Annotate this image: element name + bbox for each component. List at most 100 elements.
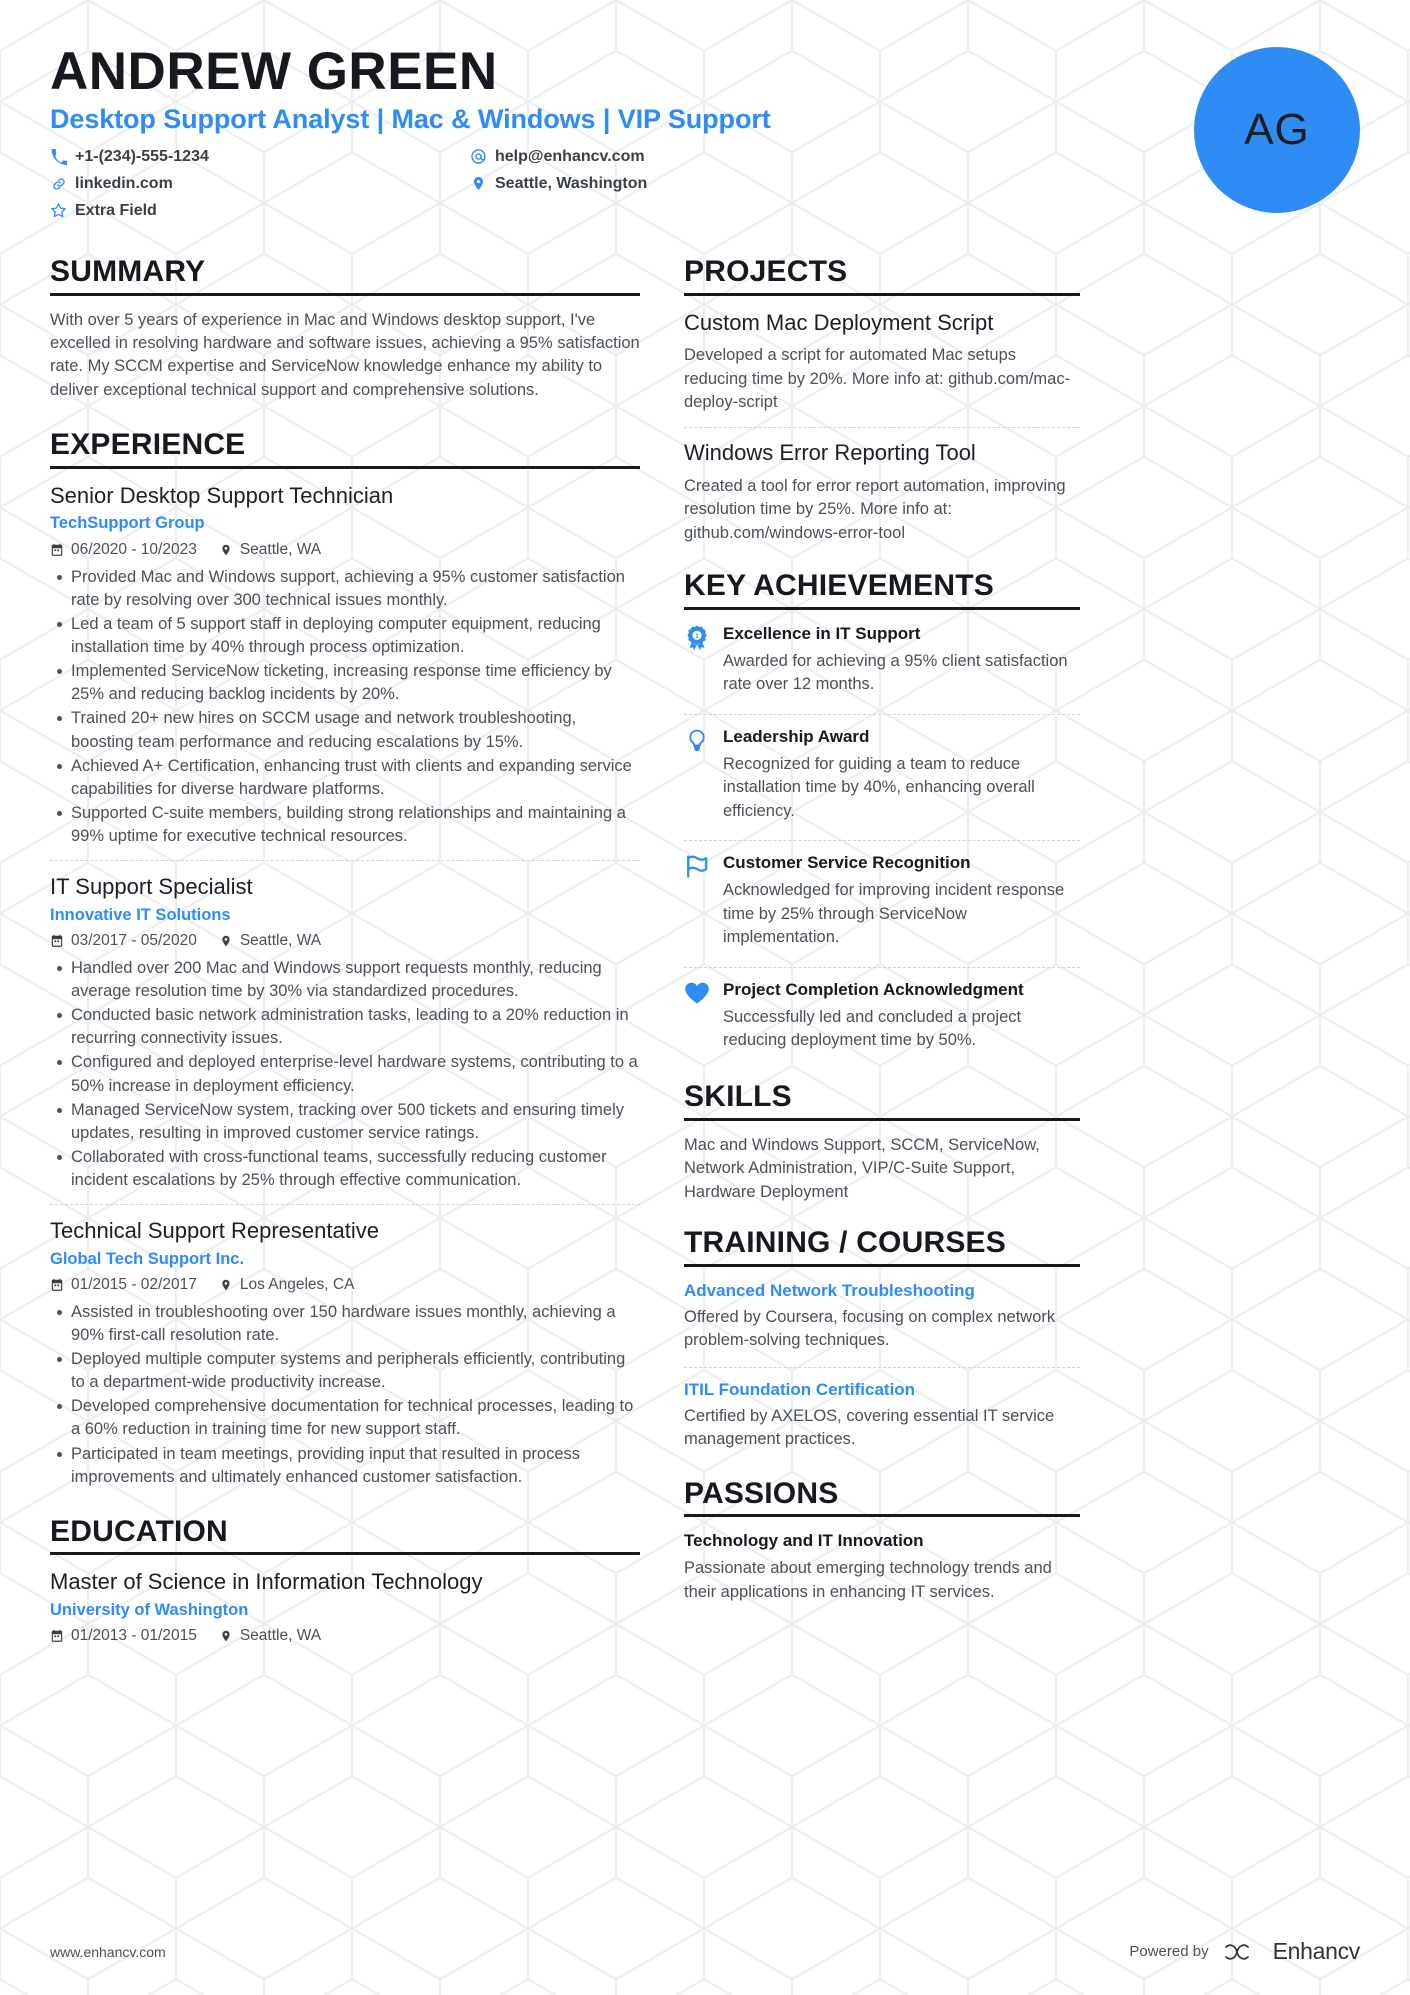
award-ribbon-icon: 1	[684, 625, 710, 651]
school-name[interactable]: University of Washington	[50, 1600, 640, 1621]
contact-email-value: help@enhancv.com	[495, 147, 645, 165]
bullet-item: Provided Mac and Windows support, achiev…	[57, 566, 640, 612]
achievement-name: Customer Service Recognition	[723, 853, 971, 873]
section-title-summary: SUMMARY	[50, 255, 640, 296]
section-title-education: EDUCATION	[50, 1515, 640, 1556]
company-name[interactable]: TechSupport Group	[50, 513, 640, 534]
right-column: PROJECTS Custom Mac Deployment Script De…	[684, 255, 1080, 1614]
job-title: Senior Desktop Support Technician	[50, 482, 394, 508]
calendar-icon	[50, 1278, 64, 1292]
company-name[interactable]: Global Tech Support Inc.	[50, 1249, 640, 1270]
location-pin-icon	[219, 1278, 233, 1292]
achievement-entry: Customer Service Recognition Acknowledge…	[684, 840, 1080, 955]
job-bullets: Handled over 200 Mac and Windows support…	[50, 957, 640, 1192]
section-projects: PROJECTS Custom Mac Deployment Script De…	[684, 255, 1080, 547]
page-title: ANDREW GREEN	[50, 42, 498, 101]
powered-by-label: Powered by	[1129, 1943, 1209, 1960]
achievement-name: Excellence in IT Support	[723, 623, 921, 643]
page-footer: www.enhancv.com Powered by Enhancv	[50, 1938, 1360, 1965]
bullet-item: Deployed multiple computer systems and p…	[57, 1348, 640, 1394]
course-description: Offered by Coursera, focusing on complex…	[684, 1308, 1056, 1350]
contact-phone-value: +1-(234)-555-1234	[75, 147, 209, 165]
bullet-item: Configured and deployed enterprise-level…	[57, 1051, 640, 1097]
section-title-projects: PROJECTS	[684, 255, 1080, 296]
phone-icon	[50, 148, 67, 165]
course-entry: Advanced Network Troubleshooting Offered…	[684, 1280, 1080, 1356]
education-location-value: Seattle, WA	[239, 1627, 322, 1645]
job-title: IT Support Specialist	[50, 874, 253, 899]
section-training-courses: TRAINING / COURSES Advanced Network Trou…	[684, 1226, 1080, 1454]
achievement-description: Awarded for achieving a 95% client satis…	[723, 651, 1068, 694]
achievement-name: Project Completion Acknowledgment	[723, 979, 1024, 999]
achievement-description: Recognized for guiding a team to reduce …	[723, 754, 1035, 820]
calendar-icon	[50, 934, 64, 948]
calendar-icon	[50, 543, 64, 557]
course-name[interactable]: ITIL Foundation Certification	[684, 1379, 1080, 1401]
project-entry: Windows Error Reporting Tool Created a t…	[684, 427, 1080, 547]
enhancv-logo: Enhancv	[1222, 1938, 1360, 1965]
section-key-achievements: KEY ACHIEVEMENTS 1 Excellence in IT Supp…	[684, 569, 1080, 1058]
experience-entry: Technical Support Representative Global …	[50, 1203, 640, 1489]
bullet-item: Supported C-suite members, building stro…	[57, 802, 640, 848]
left-column: SUMMARY With over 5 years of experience …	[50, 255, 640, 1655]
job-dates: 03/2017 - 05/2020	[50, 932, 197, 950]
company-name[interactable]: Innovative IT Solutions	[50, 905, 640, 926]
job-meta: 06/2020 - 10/2023 Seattle, WA	[50, 541, 640, 559]
flag-icon	[684, 854, 710, 880]
job-location-value: Seattle, WA	[239, 540, 322, 558]
professional-headline: Desktop Support Analyst | Mac & Windows …	[50, 104, 771, 135]
bullet-item: Trained 20+ new hires on SCCM usage and …	[57, 707, 640, 753]
section-summary: SUMMARY With over 5 years of experience …	[50, 255, 640, 402]
education-dates-value: 01/2013 - 01/2015	[71, 1627, 197, 1645]
bullet-item: Implemented ServiceNow ticketing, increa…	[57, 660, 640, 706]
bullet-item: Led a team of 5 support staff in deployi…	[57, 613, 640, 659]
job-bullets: Provided Mac and Windows support, achiev…	[50, 566, 640, 848]
bullet-item: Handled over 200 Mac and Windows support…	[57, 957, 640, 1003]
job-meta: 03/2017 - 05/2020 Seattle, WA	[50, 932, 640, 950]
project-entry: Custom Mac Deployment Script Developed a…	[684, 309, 1080, 417]
job-dates-value: 03/2017 - 05/2020	[71, 932, 197, 950]
passion-entry: Technology and IT Innovation Passionate …	[684, 1530, 1080, 1604]
bullet-item: Assisted in troubleshooting over 150 har…	[57, 1301, 640, 1347]
location-pin-icon	[219, 543, 233, 557]
achievement-description: Acknowledged for improving incident resp…	[723, 881, 1065, 947]
course-description: Certified by AXELOS, covering essential …	[684, 1406, 1055, 1449]
project-name: Custom Mac Deployment Script	[684, 309, 994, 335]
calendar-icon	[50, 1629, 64, 1643]
passion-description: Passionate about emerging technology tre…	[684, 1559, 1052, 1601]
contact-extra-field-value: Extra Field	[75, 201, 157, 219]
section-title-training-courses: TRAINING / COURSES	[684, 1226, 1080, 1267]
location-pin-icon	[219, 934, 233, 948]
star-icon	[50, 202, 67, 219]
course-name[interactable]: Advanced Network Troubleshooting	[684, 1280, 1080, 1302]
project-description: Developed a script for automated Mac set…	[684, 346, 1071, 411]
job-location: Seattle, WA	[219, 932, 321, 950]
bullet-item: Achieved A+ Certification, enhancing tru…	[57, 755, 640, 801]
contact-email[interactable]: help@enhancv.com	[470, 145, 710, 169]
education-dates: 01/2013 - 01/2015	[50, 1627, 197, 1645]
job-location-value: Seattle, WA	[239, 932, 322, 950]
heart-icon	[684, 981, 710, 1007]
section-title-key-achievements: KEY ACHIEVEMENTS	[684, 569, 1080, 610]
achievement-entry: Project Completion Acknowledgment Succes…	[684, 966, 1080, 1059]
footer-website[interactable]: www.enhancv.com	[50, 1944, 166, 1960]
passion-name: Technology and IT Innovation	[684, 1531, 924, 1551]
avatar-initials: AG	[1244, 105, 1310, 154]
achievement-description: Successfully led and concluded a project…	[723, 1007, 1022, 1050]
section-skills: SKILLS Mac and Windows Support, SCCM, Se…	[684, 1080, 1080, 1204]
contact-linkedin[interactable]: linkedin.com	[50, 172, 470, 196]
bullet-item: Conducted basic network administration t…	[57, 1004, 640, 1050]
contact-location[interactable]: Seattle, Washington	[470, 172, 710, 196]
contact-details: +1-(234)-555-1234 help@enhancv.com linke…	[50, 145, 710, 223]
lightbulb-icon	[684, 728, 710, 754]
project-description: Created a tool for error report automati…	[684, 477, 1066, 542]
email-icon	[470, 148, 487, 165]
achievement-name: Leadership Award	[723, 726, 870, 746]
section-education: EDUCATION Master of Science in Informati…	[50, 1515, 640, 1646]
job-bullets: Assisted in troubleshooting over 150 har…	[50, 1301, 640, 1489]
contact-extra-field[interactable]: Extra Field	[50, 199, 470, 223]
job-meta: 01/2015 - 02/2017 Los Angeles, CA	[50, 1276, 640, 1294]
experience-entry: Senior Desktop Support Technician TechSu…	[50, 482, 640, 848]
contact-phone[interactable]: +1-(234)-555-1234	[50, 145, 470, 169]
achievement-entry: 1 Excellence in IT Support Awarded for a…	[684, 623, 1080, 703]
